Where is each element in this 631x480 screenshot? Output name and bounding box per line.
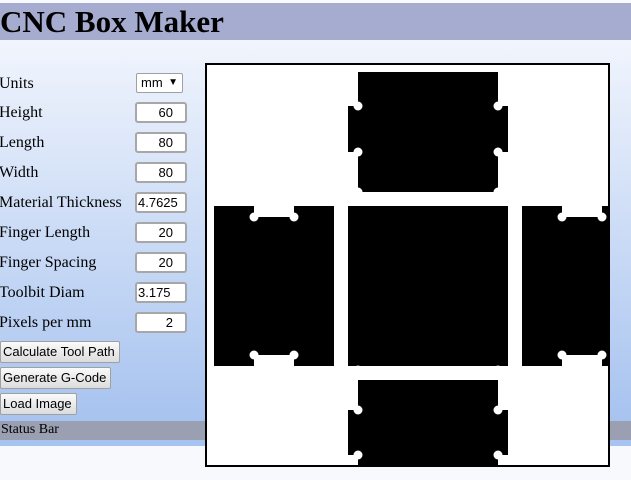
top-side-panel [348, 72, 508, 192]
pixels-per-mm-input[interactable] [135, 312, 187, 333]
units-label: Units [0, 75, 34, 92]
pixels-per-mm-label: Pixels per mm [0, 314, 92, 331]
calculate-tool-path-button[interactable]: Calculate Tool Path [0, 341, 120, 363]
finger-notch [348, 65, 358, 106]
box-layout-drawing [214, 65, 608, 465]
finger-spacing-row: Finger Spacing [0, 252, 200, 276]
relief-hole [353, 405, 363, 415]
relief-hole [597, 350, 607, 360]
finger-notch [498, 152, 508, 192]
height-label: Height [0, 104, 43, 121]
relief-hole [249, 212, 259, 222]
status-text: Status Bar [1, 422, 59, 437]
finger-notch [348, 370, 358, 410]
relief-hole [557, 350, 567, 360]
finger-spacing-input[interactable] [135, 252, 187, 273]
relief-hole [289, 212, 299, 222]
finger-notch [498, 370, 508, 410]
relief-hole [353, 187, 363, 197]
finger-notch [562, 355, 602, 366]
pixels-per-mm-row: Pixels per mm [0, 312, 200, 336]
units-row: Units mm ▼ [0, 73, 200, 97]
length-label: Length [0, 134, 45, 151]
finger-notch [498, 65, 508, 106]
relief-hole [353, 101, 363, 111]
relief-hole [557, 212, 567, 222]
material-thickness-label: Material Thickness [0, 194, 122, 211]
length-input[interactable] [135, 132, 187, 153]
load-image-button[interactable]: Load Image [0, 393, 77, 415]
finger-notch [254, 355, 294, 366]
finger-length-row: Finger Length [0, 222, 200, 246]
width-input[interactable] [135, 162, 187, 183]
material-thickness-input[interactable] [135, 192, 187, 213]
finger-length-input[interactable] [135, 222, 187, 243]
relief-hole [493, 101, 503, 111]
width-label: Width [0, 164, 39, 181]
relief-hole [493, 365, 503, 375]
chevron-down-icon: ▼ [168, 77, 178, 88]
finger-length-label: Finger Length [0, 224, 91, 241]
page-title: CNC Box Maker [0, 4, 224, 39]
right-side-panel [522, 206, 608, 366]
generate-gcode-button[interactable]: Generate G-Code [0, 367, 112, 389]
relief-hole [353, 365, 363, 375]
toolbit-diam-row: Toolbit Diam [0, 282, 200, 306]
box-preview-canvas [205, 63, 610, 467]
relief-hole [249, 350, 259, 360]
finger-notch [348, 152, 358, 192]
relief-hole [289, 350, 299, 360]
relief-hole [597, 212, 607, 222]
finger-notch [254, 206, 294, 217]
finger-spacing-label: Finger Spacing [0, 254, 97, 271]
toolbit-diam-input[interactable] [135, 282, 187, 303]
bottom-side-panel [348, 380, 508, 465]
left-side-panel [214, 206, 334, 366]
relief-hole [493, 405, 503, 415]
material-thickness-row: Material Thickness [0, 192, 200, 216]
header-bar: CNC Box Maker [0, 3, 631, 40]
relief-hole [493, 147, 503, 157]
toolbit-diam-label: Toolbit Diam [0, 284, 85, 301]
relief-hole [493, 187, 503, 197]
units-value: mm [141, 75, 163, 90]
relief-hole [353, 147, 363, 157]
width-row: Width [0, 162, 200, 186]
length-row: Length [0, 132, 200, 156]
relief-hole [353, 450, 363, 460]
relief-hole [493, 450, 503, 460]
finger-notch [562, 206, 602, 217]
height-input[interactable] [135, 102, 187, 123]
units-select[interactable]: mm ▼ [136, 73, 183, 93]
height-row: Height [0, 102, 200, 126]
bottom-panel [348, 206, 508, 366]
